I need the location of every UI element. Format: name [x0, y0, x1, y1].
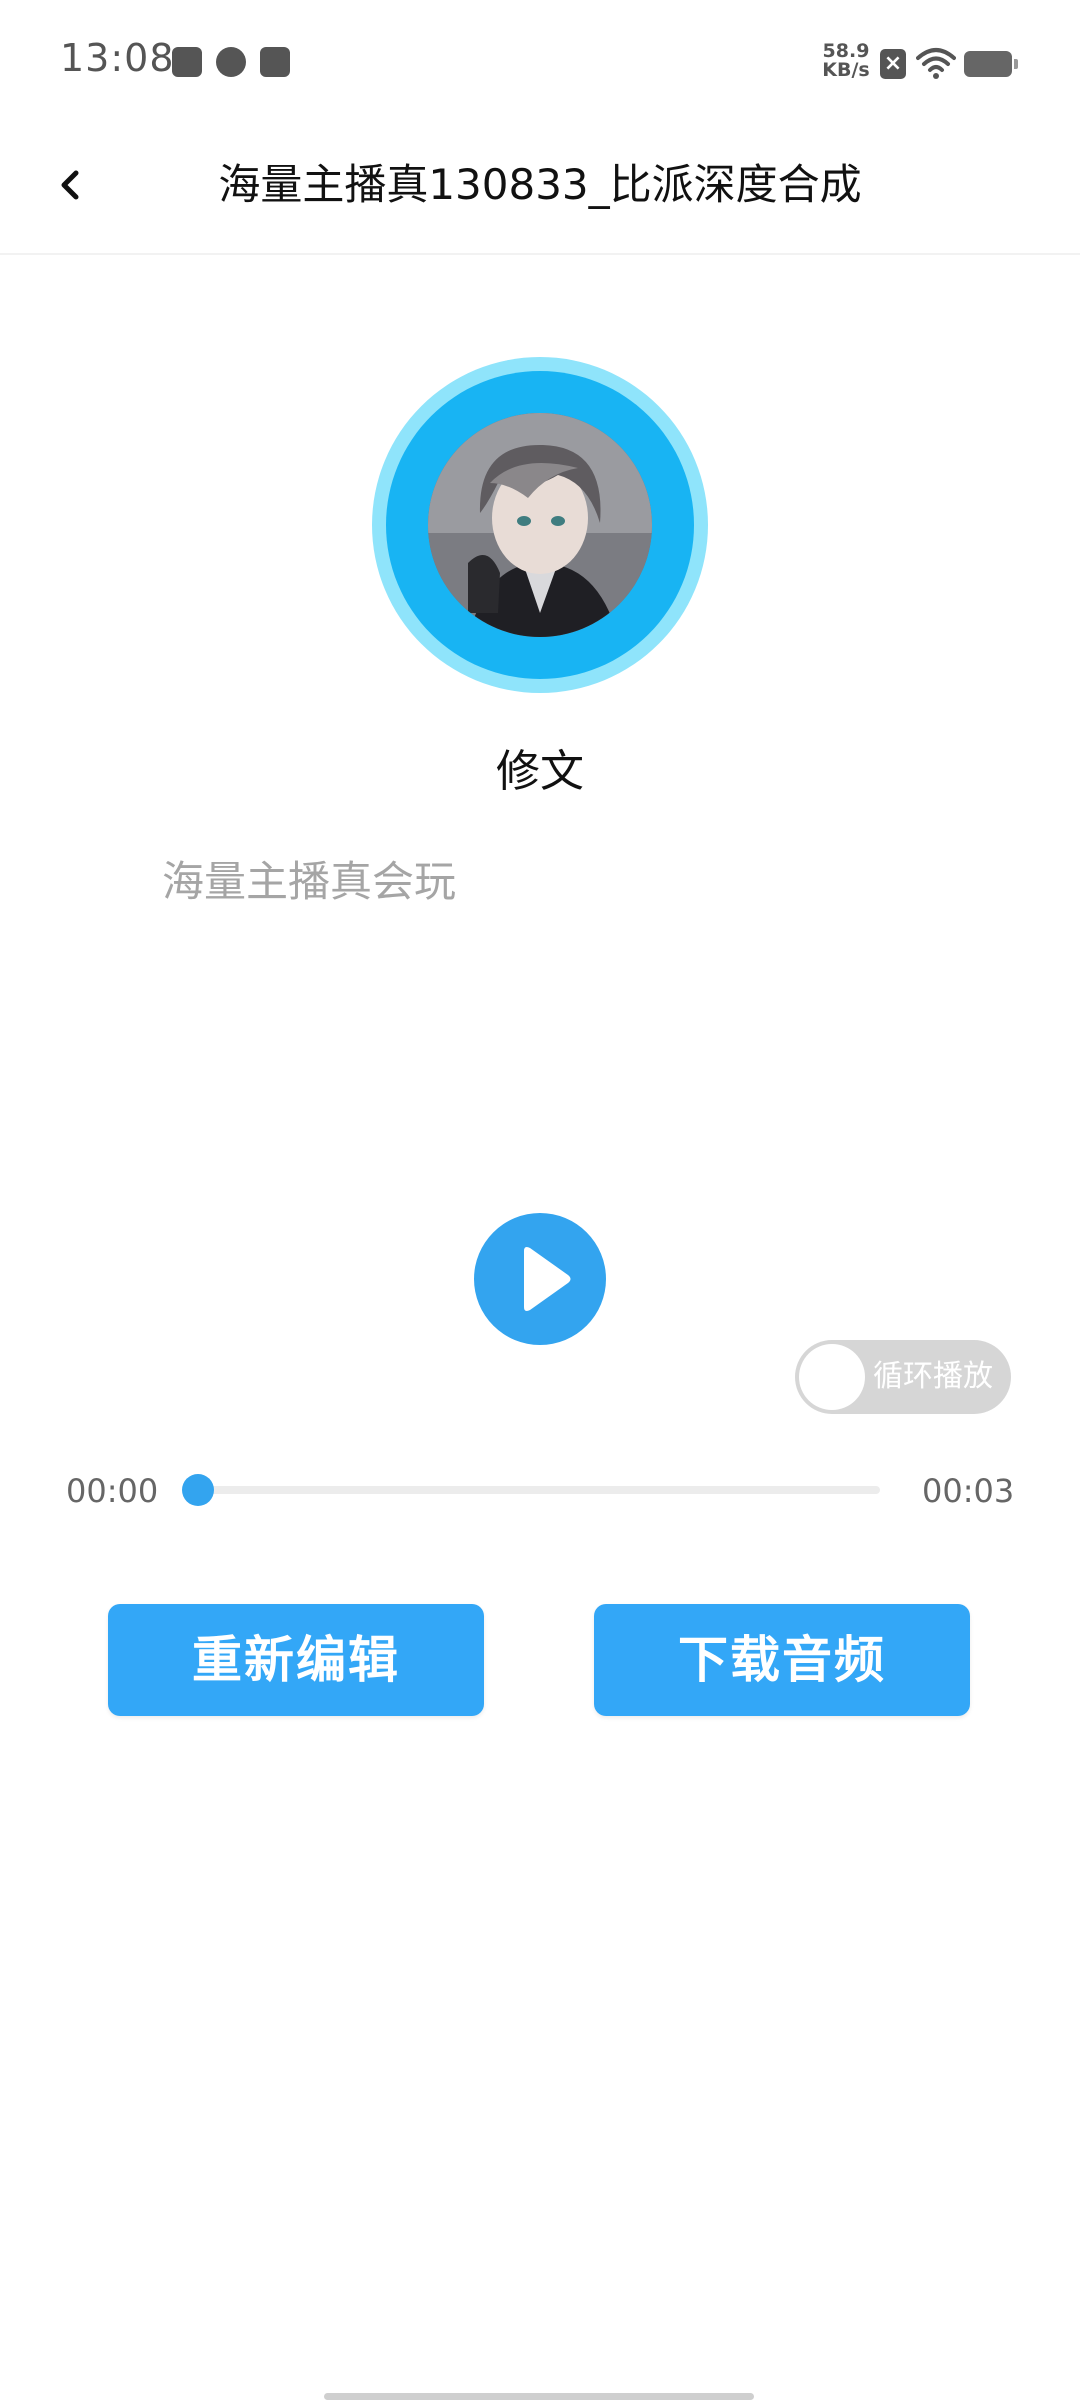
avatar-illustration: [428, 413, 652, 637]
avatar-ring: [372, 357, 708, 693]
back-button[interactable]: [40, 153, 104, 217]
play-button[interactable]: [474, 1213, 606, 1345]
download-audio-button[interactable]: 下载音频: [594, 1604, 970, 1716]
sample-text: 海量主播真会玩: [162, 857, 457, 906]
battery-icon: [964, 51, 1018, 77]
avatar-ring-inner: [386, 371, 694, 679]
sim-off-icon: ×: [880, 49, 906, 79]
progress-slider[interactable]: [182, 1474, 880, 1506]
link-app-icon: [216, 47, 246, 77]
reedit-button[interactable]: 重新编辑: [108, 1604, 484, 1716]
progress-thumb[interactable]: [182, 1474, 214, 1506]
total-time: 00:03: [922, 1472, 1015, 1510]
current-time: 00:00: [66, 1472, 159, 1510]
page-title: 海量主播真130833_比派深度合成: [218, 160, 862, 209]
loop-play-toggle[interactable]: 循环播放: [795, 1340, 1011, 1414]
shopping-bag-icon: [260, 47, 290, 77]
avatar: [428, 413, 652, 637]
play-icon: [524, 1247, 571, 1311]
loop-play-label: 循环播放: [873, 1359, 993, 1394]
page: 13:08 58.9 KB/s × 海量主播真130833_比派深度合成 修文 …: [0, 0, 1080, 2408]
voice-name: 修文: [496, 746, 584, 797]
header: 海量主播真130833_比派深度合成: [0, 125, 1080, 255]
network-speed-unit: KB/s: [822, 59, 870, 81]
wifi-icon: [916, 48, 956, 79]
network-speed: 58.9 KB/s: [818, 42, 874, 80]
star-notification-icon: [172, 47, 202, 77]
chevron-left-icon: [61, 170, 79, 200]
toggle-knob: [799, 1344, 865, 1410]
status-bar: 13:08 58.9 KB/s ×: [0, 0, 1080, 125]
status-time: 13:08: [60, 36, 175, 80]
home-indicator[interactable]: [324, 2393, 754, 2400]
